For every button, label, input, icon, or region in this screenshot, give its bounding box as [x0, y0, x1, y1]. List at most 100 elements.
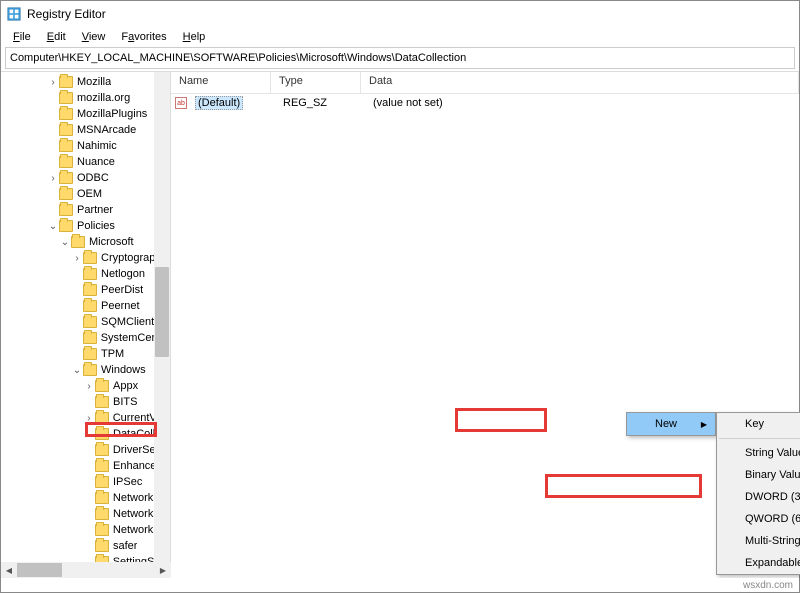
column-name[interactable]: Name: [171, 72, 271, 93]
tree-item-label: PeerDist: [101, 284, 143, 296]
tree-item-netlogon[interactable]: Netlogon: [1, 266, 170, 282]
expand-icon[interactable]: ›: [47, 77, 59, 88]
submenu-multistring-value[interactable]: Multi-String Value: [717, 530, 800, 552]
folder-icon: [95, 428, 109, 440]
tree-item-policies[interactable]: ⌄Policies: [1, 218, 170, 234]
scroll-thumb[interactable]: [17, 563, 62, 577]
folder-icon: [95, 508, 109, 520]
column-data[interactable]: Data: [361, 72, 799, 93]
folder-icon: [59, 172, 73, 184]
titlebar: Registry Editor: [1, 1, 799, 27]
menu-favorites[interactable]: Favorites: [113, 29, 174, 45]
main-area: ›Mozilla mozilla.org MozillaPluginsMSNArca…: [1, 71, 799, 578]
tree-item-tpm[interactable]: TPM: [1, 346, 170, 362]
address-bar[interactable]: Computer\HKEY_LOCAL_MACHINE\SOFTWARE\Pol…: [5, 47, 795, 69]
submenu-dword-value[interactable]: DWORD (32-bit) Value: [717, 486, 800, 508]
tree-item-mozillaplugins[interactable]: MozillaPlugins: [1, 106, 170, 122]
submenu-string-value[interactable]: String Value: [717, 442, 800, 464]
folder-icon: [59, 76, 73, 88]
tree-item-windows[interactable]: ⌄ Windows: [1, 362, 170, 378]
menu-file[interactable]: File: [5, 29, 39, 45]
tree-item-label: TPM: [101, 348, 124, 360]
tree-item-sqmclient[interactable]: SQMClient: [1, 314, 170, 330]
tree-item-datacollect[interactable]: DataCollect: [1, 426, 170, 442]
folder-icon: [59, 156, 73, 168]
collapse-icon[interactable]: ⌄: [59, 237, 71, 248]
collapse-icon[interactable]: ⌄: [71, 365, 83, 376]
menu-view[interactable]: View: [74, 29, 114, 45]
scroll-left-icon[interactable]: ◀: [1, 562, 17, 578]
tree[interactable]: ›Mozilla mozilla.org MozillaPluginsMSNArca…: [1, 72, 170, 578]
tree-item-msnarcade[interactable]: MSNArcade: [1, 122, 170, 138]
context-submenu-new: Key String Value Binary Value DWORD (32-…: [716, 412, 800, 575]
tree-item-systemcertific[interactable]: SystemCertific: [1, 330, 170, 346]
context-menu-new[interactable]: New ▶: [627, 413, 715, 435]
tree-pane: ›Mozilla mozilla.org MozillaPluginsMSNArca…: [1, 72, 171, 578]
tree-item-nahimic[interactable]: Nahimic: [1, 138, 170, 154]
submenu-expandstring-value[interactable]: Expandable String Value: [717, 552, 800, 574]
tree-item-label: mozilla.org: [77, 92, 130, 104]
string-value-icon: ab: [175, 97, 187, 109]
folder-icon: [59, 140, 73, 152]
menu-help[interactable]: Help: [175, 29, 214, 45]
tree-item-driversearc[interactable]: DriverSearc: [1, 442, 170, 458]
tree-item-label: Windows: [101, 364, 146, 376]
tree-item-network-co[interactable]: Network Co: [1, 490, 170, 506]
tree-item-peernet[interactable]: Peernet: [1, 298, 170, 314]
tree-item-bits[interactable]: BITS: [1, 394, 170, 410]
folder-icon: [95, 412, 109, 424]
tree-item-enhanceds[interactable]: EnhancedS: [1, 458, 170, 474]
tree-item-label: Microsoft: [89, 236, 134, 248]
folder-icon: [59, 124, 73, 136]
collapse-icon[interactable]: ⌄: [47, 221, 59, 232]
folder-icon: [95, 492, 109, 504]
footer: wsxdn.com: [1, 578, 799, 592]
tree-item-label: ODBC: [77, 172, 109, 184]
tree-item-ipsec[interactable]: IPSec: [1, 474, 170, 490]
submenu-qword-value[interactable]: QWORD (64-bit) Value: [717, 508, 800, 530]
tree-item-partner[interactable]: Partner: [1, 202, 170, 218]
folder-icon: [83, 268, 97, 280]
expand-icon[interactable]: ›: [83, 413, 95, 424]
tree-item-appx[interactable]: › Appx: [1, 378, 170, 394]
address-path: Computer\HKEY_LOCAL_MACHINE\SOFTWARE\Pol…: [10, 52, 466, 64]
tree-item-mozilla[interactable]: ›Mozilla: [1, 74, 170, 90]
tree-item-oem[interactable]: OEM: [1, 186, 170, 202]
tree-item-mozilla-org[interactable]: mozilla.org: [1, 90, 170, 106]
tree-item-odbc[interactable]: › ODBC: [1, 170, 170, 186]
list-header: Name Type Data: [171, 72, 799, 94]
column-type[interactable]: Type: [271, 72, 361, 93]
scroll-right-icon[interactable]: ▶: [155, 562, 171, 578]
tree-item-cryptography[interactable]: ›Cryptography: [1, 250, 170, 266]
folder-icon: [83, 252, 97, 264]
tree-vertical-scrollbar[interactable]: [154, 72, 170, 578]
tree-horizontal-scrollbar[interactable]: ◀ ▶: [1, 562, 171, 578]
folder-icon: [95, 444, 109, 456]
scrollbar-thumb[interactable]: [155, 267, 169, 357]
window-title: Registry Editor: [27, 7, 106, 21]
tree-item-nuance[interactable]: Nuance: [1, 154, 170, 170]
value-type: REG_SZ: [275, 96, 365, 110]
tree-item-label: IPSec: [113, 476, 142, 488]
expand-icon[interactable]: ›: [47, 173, 59, 184]
tree-item-currentvers[interactable]: ›CurrentVers: [1, 410, 170, 426]
tree-item-networkco[interactable]: NetworkCo: [1, 506, 170, 522]
tree-item-label: Peernet: [101, 300, 140, 312]
submenu-key[interactable]: Key: [717, 413, 800, 435]
expand-icon[interactable]: ›: [83, 381, 95, 392]
tree-item-label: BITS: [113, 396, 137, 408]
tree-item-microsoft[interactable]: ⌄ Microsoft: [1, 234, 170, 250]
tree-item-label: Appx: [113, 380, 138, 392]
tree-item-peerdist[interactable]: PeerDist: [1, 282, 170, 298]
tree-item-networkpro[interactable]: NetworkPro: [1, 522, 170, 538]
menu-edit[interactable]: Edit: [39, 29, 74, 45]
folder-icon: [83, 332, 97, 344]
tree-item-safer[interactable]: safer: [1, 538, 170, 554]
folder-icon: [95, 396, 109, 408]
tree-item-label: safer: [113, 540, 137, 552]
list-row[interactable]: ab (Default) REG_SZ (value not set): [171, 94, 799, 112]
scroll-track[interactable]: [17, 563, 155, 577]
expand-icon[interactable]: ›: [71, 253, 83, 264]
submenu-binary-value[interactable]: Binary Value: [717, 464, 800, 486]
folder-icon: [95, 380, 109, 392]
